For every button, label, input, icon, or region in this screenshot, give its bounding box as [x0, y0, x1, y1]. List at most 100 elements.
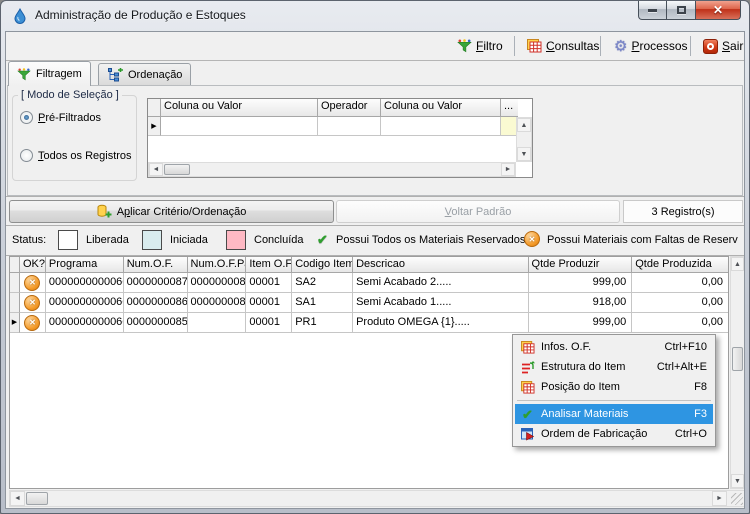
toolbar-button-label: Sair: [722, 39, 743, 53]
query-table-icon: [527, 39, 542, 53]
scroll-up-arrow[interactable]: ▲: [517, 118, 531, 132]
cell-descricao: Produto OMEGA {1}.....: [353, 313, 528, 333]
toolbar-button-sair[interactable]: Sair: [699, 34, 745, 58]
toolbar-button-processos[interactable]: ⚙ Processos: [610, 34, 692, 58]
apply-criteria-button[interactable]: Aplicar Critério/Ordenação: [9, 200, 334, 223]
column-header-ok: OK?: [20, 257, 46, 273]
scroll-down-arrow[interactable]: ▼: [731, 474, 744, 488]
toolbar-separator: [690, 36, 691, 56]
criteria-grid[interactable]: Coluna ou Valor Operador Coluna ou Valor…: [147, 98, 533, 178]
table-vscrollbar[interactable]: ▲ ▼: [730, 256, 745, 489]
table-row-selected[interactable]: ▶ ✕ 0000000000066 0000000085 00001 PR1 P…: [10, 313, 728, 333]
context-menu: Infos. O.F. Ctrl+F10 Estrutura do Item C…: [512, 334, 716, 447]
cell-codigo-item: SA1: [292, 293, 353, 313]
tab-ordenacao[interactable]: Ordenação: [98, 63, 191, 86]
status-icon-label: Possui Todos os Materiais Reservados: [336, 234, 525, 246]
table-position-icon: [518, 381, 537, 394]
criteria-column-header: Operador: [318, 99, 381, 117]
window-controls: ✕: [638, 1, 741, 20]
criteria-indicator-header: [148, 99, 161, 117]
maximize-icon: [677, 6, 686, 14]
table-row[interactable]: ✕ 0000000000066 0000000087 0000000085 00…: [10, 273, 728, 293]
app-window: Administração de Produção e Estoques ✕ F…: [0, 0, 750, 514]
scroll-left-arrow[interactable]: ◄: [10, 491, 25, 506]
toolbar-button-label: Filtro: [476, 39, 503, 53]
cell-item-of: 00001: [246, 293, 292, 313]
toolbar-button-consultas[interactable]: Consultas: [523, 34, 603, 58]
shortage-icon: ✕: [524, 231, 540, 247]
maximize-button[interactable]: [667, 1, 695, 20]
scroll-thumb[interactable]: [732, 347, 743, 371]
cell-qtde-produzir: 999,00: [529, 273, 633, 293]
radio-label: Todos os Registros: [38, 150, 132, 162]
criteria-cell: [161, 117, 318, 136]
add-database-icon: [97, 204, 112, 219]
cell-item-of: 00001: [246, 273, 292, 293]
cell-programa: 0000000000066: [46, 293, 124, 313]
status-swatch-label: Liberada: [86, 234, 129, 246]
minimize-button[interactable]: [638, 1, 667, 20]
scroll-down-arrow[interactable]: ▼: [517, 147, 531, 161]
shortage-icon: ✕: [24, 295, 40, 311]
filter-icon: [17, 68, 31, 81]
criteria-grid-header: Coluna ou Valor Operador Coluna ou Valor…: [148, 99, 518, 117]
screenshot-root: Administração de Produção e Estoques ✕ F…: [0, 0, 750, 514]
exit-icon: [703, 39, 718, 54]
resize-grip[interactable]: [731, 493, 743, 505]
cell-codigo-item: SA2: [292, 273, 353, 293]
scroll-up-arrow[interactable]: ▲: [731, 257, 744, 271]
table-info-icon: [518, 341, 537, 354]
cell-codigo-item: PR1: [292, 313, 353, 333]
cell-qtde-produzida: 0,00: [632, 273, 728, 293]
table-hscrollbar[interactable]: ◄ ►: [9, 490, 745, 507]
criteria-cell: [318, 117, 381, 136]
table-row[interactable]: ✕ 0000000000066 0000000086 0000000085 00…: [10, 293, 728, 313]
radio-todos-registros[interactable]: Todos os Registros: [20, 149, 132, 162]
criteria-hscrollbar[interactable]: ◄ ►: [148, 162, 516, 177]
radio-pre-filtrados[interactable]: Pré-Filtrados: [20, 111, 101, 124]
column-header-programa: Programa: [46, 257, 124, 273]
scroll-thumb[interactable]: [164, 164, 190, 175]
criteria-empty-row[interactable]: ▶: [148, 117, 518, 136]
row-indicator-icon: ▶: [151, 122, 156, 130]
cell-programa: 0000000000066: [46, 313, 124, 333]
menu-item-ordem-fabricacao[interactable]: Ordem de Fabricação Ctrl+O: [515, 424, 713, 444]
fabrication-order-icon: [518, 428, 537, 441]
cell-programa: 0000000000066: [46, 273, 124, 293]
scroll-thumb[interactable]: [26, 492, 48, 505]
toolbar-button-filtro[interactable]: Filtro: [453, 34, 507, 58]
menu-item-shortcut: Ctrl+F10: [665, 341, 711, 353]
tab-filtragem[interactable]: Filtragem: [8, 61, 91, 86]
scroll-left-arrow[interactable]: ◄: [149, 163, 163, 176]
revert-default-label: Voltar Padrão: [445, 206, 512, 218]
ok-cell: ✕: [20, 273, 46, 293]
criteria-vscrollbar[interactable]: ▲ ▼: [516, 117, 532, 162]
menu-item-posicao[interactable]: Posição do Item F8: [515, 377, 713, 397]
toolbar-button-label: Consultas: [546, 39, 599, 53]
record-count-panel: 3 Registro(s): [623, 200, 743, 223]
scroll-right-arrow[interactable]: ►: [712, 491, 727, 506]
toolbar-button-label: Processos: [631, 39, 687, 53]
close-button[interactable]: ✕: [695, 1, 741, 20]
menu-item-infos-of[interactable]: Infos. O.F. Ctrl+F10: [515, 337, 713, 357]
cell-qtde-produzida: 0,00: [632, 293, 728, 313]
column-header-item-of: Item O.F.: [246, 257, 292, 273]
column-header-num-of: Num.O.F.: [124, 257, 188, 273]
menu-item-estrutura[interactable]: Estrutura do Item Ctrl+Alt+E: [515, 357, 713, 377]
revert-default-button[interactable]: Voltar Padrão: [336, 200, 620, 223]
scroll-right-arrow[interactable]: ►: [501, 163, 515, 176]
status-swatch-liberada: [58, 230, 78, 250]
cell-qtde-produzida: 0,00: [632, 313, 728, 333]
status-swatch-label: Concluída: [254, 234, 304, 246]
ok-cell: ✕: [20, 293, 46, 313]
cell-qtde-produzir: 918,00: [529, 293, 633, 313]
criteria-column-header-more: ...: [501, 99, 518, 117]
menu-item-analisar-materiais[interactable]: ✔ Analisar Materiais F3: [515, 404, 713, 424]
toolbar: Filtro Consultas ⚙ Processos Sair: [6, 32, 744, 61]
status-swatch-label: Iniciada: [170, 234, 208, 246]
menu-item-label: Estrutura do Item: [537, 361, 657, 373]
minimize-icon: [648, 9, 657, 12]
status-swatch-iniciada: [142, 230, 162, 250]
title-bar[interactable]: Administração de Produção e Estoques ✕: [1, 1, 749, 31]
status-icon-label: Possui Materiais com Faltas de Reserv: [547, 234, 744, 246]
